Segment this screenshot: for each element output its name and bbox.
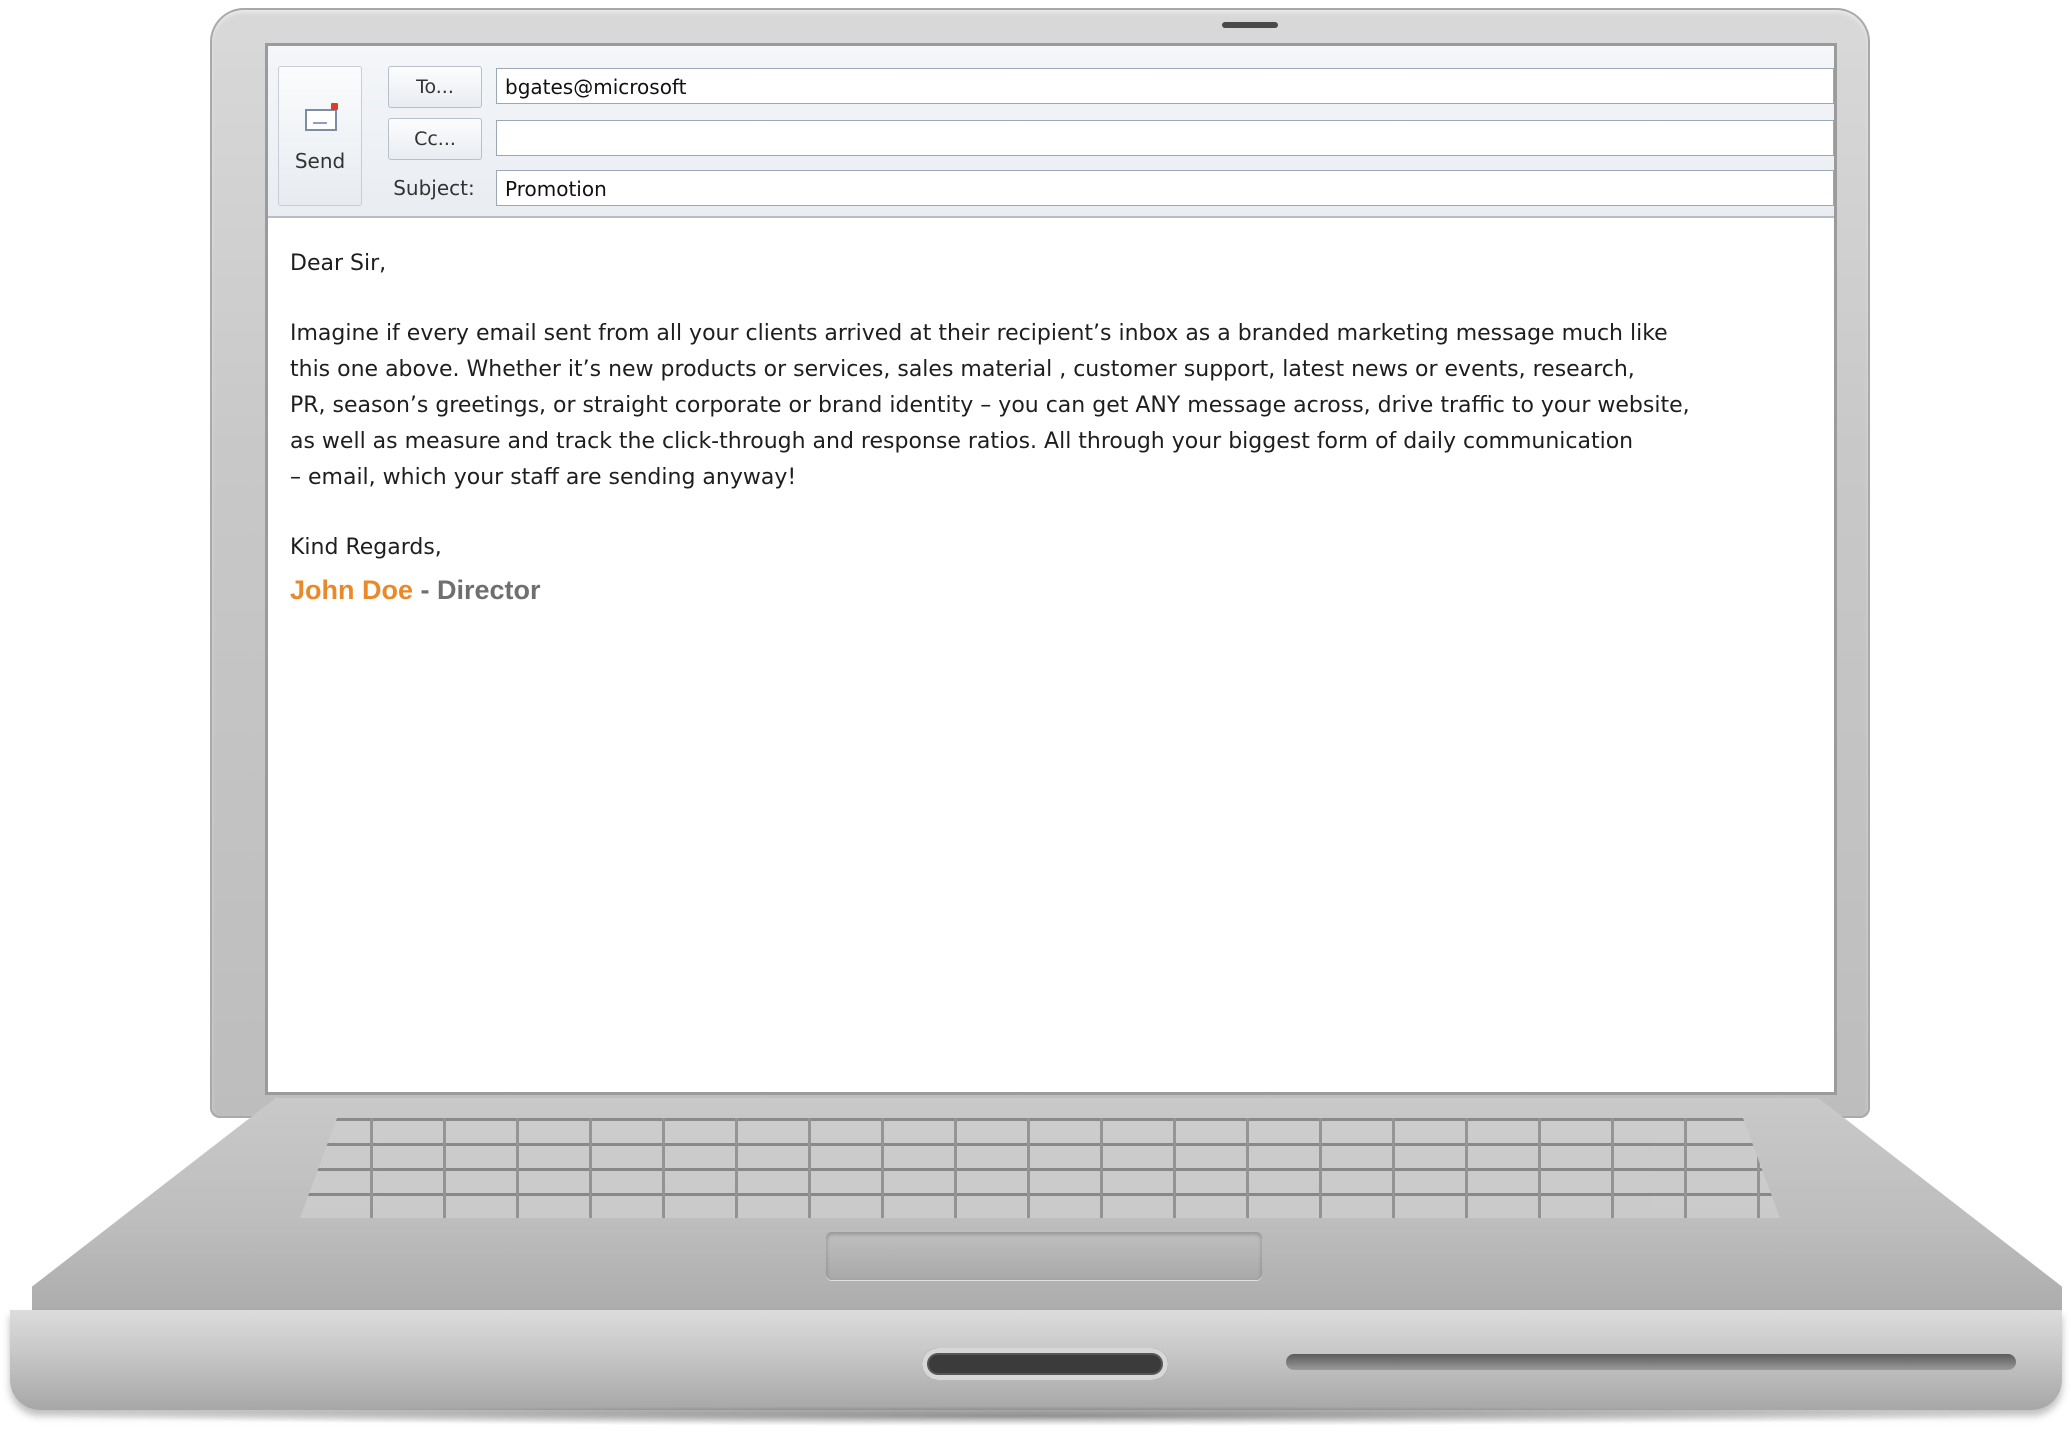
send-label: Send bbox=[294, 149, 346, 173]
keyboard bbox=[300, 1118, 1780, 1218]
to-field[interactable]: bgates@microsoft bbox=[496, 68, 1834, 104]
closing: Kind Regards, bbox=[290, 535, 442, 560]
compose-header: Send To... bgates@microsoft Cc... Subjec… bbox=[268, 46, 1834, 218]
body-line: as well as measure and track the click-t… bbox=[290, 429, 1634, 454]
greeting: Dear Sir, bbox=[290, 251, 387, 276]
cc-field[interactable] bbox=[496, 120, 1834, 156]
body-line: this one above. Whether it’s new product… bbox=[290, 357, 1635, 382]
subject-field[interactable]: Promotion bbox=[496, 170, 1834, 206]
subject-label: Subject: bbox=[393, 176, 475, 200]
signature-name: John Doe bbox=[290, 575, 414, 605]
body-line: – email, which your staff are sending an… bbox=[290, 465, 797, 490]
signature-role: - Director bbox=[413, 575, 541, 605]
envelope-icon bbox=[305, 109, 337, 131]
screen: Send To... bgates@microsoft Cc... Subjec… bbox=[268, 46, 1834, 1092]
to-button[interactable]: To... bbox=[388, 66, 482, 108]
message-body[interactable]: Dear Sir, Imagine if every email sent fr… bbox=[290, 246, 1800, 610]
signature: John Doe - Director bbox=[290, 570, 1800, 610]
cc-button[interactable]: Cc... bbox=[388, 118, 482, 160]
send-button[interactable]: Send bbox=[278, 66, 362, 206]
lid-latch bbox=[922, 1348, 1168, 1380]
optical-drive-slot bbox=[1286, 1354, 2016, 1370]
flag-icon bbox=[331, 103, 338, 110]
shadow bbox=[40, 1406, 2030, 1426]
camera-icon bbox=[1222, 22, 1278, 28]
body-line: Imagine if every email sent from all you… bbox=[290, 321, 1668, 346]
trackpad bbox=[826, 1232, 1262, 1280]
body-line: PR, season’s greetings, or straight corp… bbox=[290, 393, 1690, 418]
